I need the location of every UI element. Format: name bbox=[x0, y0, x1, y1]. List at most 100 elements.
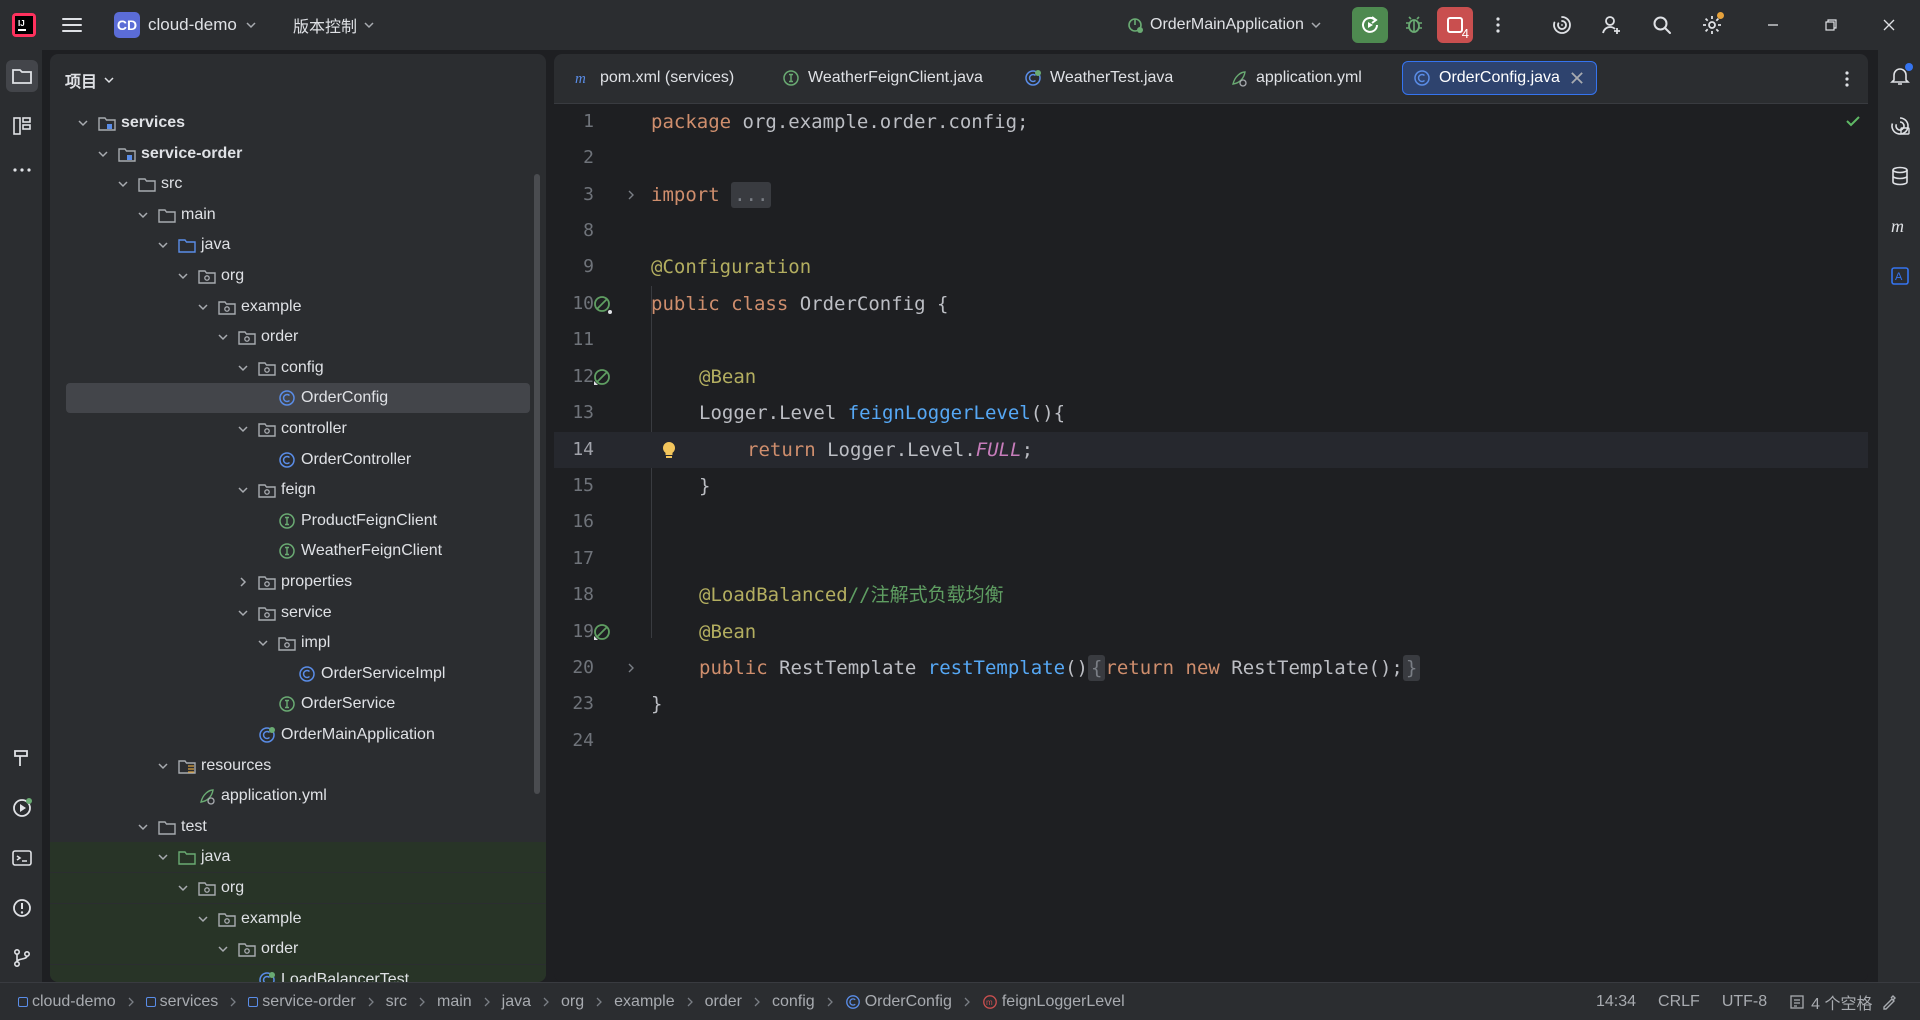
debug-button[interactable] bbox=[1396, 7, 1432, 43]
restore-button[interactable] bbox=[1818, 12, 1844, 38]
more-vertical-icon[interactable] bbox=[1836, 68, 1858, 90]
ai-chat-button[interactable] bbox=[1884, 110, 1916, 142]
breadcrumb-item[interactable]: org bbox=[561, 993, 584, 1011]
tree-item-application-yml[interactable]: application.yml bbox=[50, 781, 530, 811]
chevron-down-icon[interactable] bbox=[96, 147, 110, 161]
editor-tab-pom-xml-services-[interactable]: m pom.xml (services) bbox=[564, 61, 744, 95]
chevron-down-icon[interactable] bbox=[136, 820, 150, 834]
tree-item-orderservice[interactable]: OrderService bbox=[50, 689, 530, 719]
maven-button[interactable]: m bbox=[1884, 210, 1916, 242]
code-line[interactable]: 1 package org.example.order.config; bbox=[554, 104, 1868, 140]
structure-tool-button[interactable] bbox=[6, 110, 38, 142]
tree-item-java[interactable]: java bbox=[50, 230, 530, 260]
code-line[interactable]: 15 } bbox=[554, 468, 1868, 504]
tree-item-loadbalancertest[interactable]: LoadBalancerTest bbox=[50, 964, 546, 982]
code-line[interactable]: 19 @Bean bbox=[554, 614, 1868, 650]
breadcrumb-item[interactable]: example bbox=[614, 993, 674, 1011]
ai-assistant-button[interactable] bbox=[1544, 7, 1580, 43]
project-view-selector[interactable]: 项目 bbox=[65, 66, 115, 94]
chevron-down-icon[interactable] bbox=[136, 208, 150, 222]
project-tool-button[interactable] bbox=[6, 60, 38, 92]
tree-item-order[interactable]: order bbox=[50, 934, 546, 965]
chevron-down-icon[interactable] bbox=[156, 238, 170, 252]
chevron-down-icon[interactable] bbox=[236, 361, 250, 375]
tree-item-example[interactable]: example bbox=[50, 292, 530, 322]
code-line[interactable]: 20 public RestTemplate restTemplate(){re… bbox=[554, 650, 1868, 686]
spring-bean-gutter-icon[interactable] bbox=[592, 367, 614, 389]
tree-item-resources[interactable]: resources bbox=[50, 751, 530, 781]
problems-tool-button[interactable] bbox=[6, 892, 38, 924]
code-line[interactable]: 23 } bbox=[554, 686, 1868, 722]
minimize-button[interactable] bbox=[1760, 12, 1786, 38]
code-line[interactable]: 11 bbox=[554, 322, 1868, 358]
tree-item-feign[interactable]: feign bbox=[50, 475, 530, 505]
chevron-right-icon[interactable] bbox=[236, 575, 250, 589]
code-line[interactable]: 18 @LoadBalanced//注解式负载均衡 bbox=[554, 577, 1868, 613]
spring-bean-gutter-icon[interactable] bbox=[592, 294, 614, 316]
tree-item-orderconfig[interactable]: OrderConfig bbox=[66, 383, 530, 414]
services-tool-button[interactable] bbox=[6, 792, 38, 824]
tree-item-service-order[interactable]: service-order bbox=[50, 139, 530, 169]
tree-item-productfeignclient[interactable]: ProductFeignClient bbox=[50, 506, 530, 536]
translation-button[interactable]: A bbox=[1884, 260, 1916, 292]
tree-item-weatherfeignclient[interactable]: WeatherFeignClient bbox=[50, 536, 530, 566]
breadcrumb-item[interactable]: service-order bbox=[248, 993, 356, 1011]
tree-item-services[interactable]: services bbox=[50, 108, 530, 138]
close-icon[interactable] bbox=[1568, 69, 1586, 87]
tree-item-src[interactable]: src bbox=[50, 169, 530, 199]
indent-setting[interactable]: 4 个空格 bbox=[1789, 990, 1873, 1014]
chevron-down-icon[interactable] bbox=[216, 942, 230, 956]
breadcrumb-item[interactable]: OrderConfig bbox=[845, 993, 952, 1011]
tree-item-org[interactable]: org bbox=[50, 873, 546, 903]
more-tools-button[interactable] bbox=[6, 154, 38, 186]
breadcrumb-item[interactable]: cloud-demo bbox=[18, 993, 116, 1011]
breadcrumb-item[interactable]: order bbox=[705, 993, 742, 1011]
chevron-down-icon[interactable] bbox=[116, 177, 130, 191]
vcs-menu[interactable]: 版本控制 bbox=[293, 10, 375, 40]
tree-item-controller[interactable]: controller bbox=[50, 414, 530, 444]
code-line[interactable]: 13 Logger.Level feignLoggerLevel(){ bbox=[554, 395, 1868, 431]
build-tool-button[interactable] bbox=[6, 742, 38, 774]
tree-item-example[interactable]: example bbox=[50, 903, 546, 934]
tree-item-order[interactable]: order bbox=[50, 322, 530, 352]
breadcrumb-item[interactable]: m feignLoggerLevel bbox=[982, 993, 1125, 1011]
rerun-button[interactable] bbox=[1352, 7, 1388, 43]
git-tool-button[interactable] bbox=[6, 942, 38, 974]
line-separator[interactable]: CRLF bbox=[1658, 993, 1700, 1011]
terminal-tool-button[interactable] bbox=[6, 842, 38, 874]
tree-item-ordercontroller[interactable]: OrderController bbox=[50, 445, 530, 475]
code-line[interactable]: 9 @Configuration bbox=[554, 249, 1868, 285]
chevron-down-icon[interactable] bbox=[76, 116, 90, 130]
code-line-current[interactable]: 14 return Logger.Level.FULL; bbox=[554, 432, 1868, 468]
editor-tab-weatherfeignclient-java[interactable]: WeatherFeignClient.java bbox=[772, 61, 993, 95]
chevron-down-icon[interactable] bbox=[236, 422, 250, 436]
fold-expand-icon[interactable] bbox=[624, 188, 638, 202]
chevron-down-icon[interactable] bbox=[236, 606, 250, 620]
breadcrumb-item[interactable]: main bbox=[437, 993, 472, 1011]
chevron-down-icon[interactable] bbox=[176, 881, 190, 895]
breadcrumb-item[interactable]: java bbox=[502, 993, 531, 1011]
code-line[interactable]: 8 bbox=[554, 213, 1868, 249]
tree-item-orderserviceimpl[interactable]: OrderServiceImpl bbox=[50, 659, 530, 689]
tree-item-java[interactable]: java bbox=[50, 842, 546, 873]
code-line[interactable]: 24 bbox=[554, 723, 1868, 759]
run-configuration-selector[interactable]: OrderMainApplication bbox=[1126, 10, 1322, 40]
database-button[interactable] bbox=[1884, 160, 1916, 192]
lightbulb-icon[interactable] bbox=[660, 440, 678, 460]
code-line[interactable]: 17 bbox=[554, 541, 1868, 577]
file-encoding[interactable]: UTF-8 bbox=[1722, 993, 1767, 1011]
tree-item-test[interactable]: test bbox=[50, 812, 530, 842]
main-menu-icon[interactable] bbox=[60, 13, 84, 37]
read-only-toggle-icon[interactable] bbox=[1880, 993, 1898, 1011]
intellij-logo-icon[interactable]: IJ bbox=[12, 13, 36, 37]
fold-expand-icon[interactable] bbox=[624, 661, 638, 675]
tree-item-main[interactable]: main bbox=[50, 200, 530, 230]
chevron-down-icon[interactable] bbox=[196, 300, 210, 314]
close-window-button[interactable] bbox=[1876, 12, 1902, 38]
spring-bean-gutter-icon[interactable] bbox=[592, 622, 614, 644]
caret-position[interactable]: 14:34 bbox=[1596, 993, 1636, 1011]
editor-tab-orderconfig-java[interactable]: OrderConfig.java bbox=[1402, 61, 1597, 95]
code-line[interactable]: 10 public class OrderConfig { bbox=[554, 286, 1868, 322]
chevron-down-icon[interactable] bbox=[156, 850, 170, 864]
search-everywhere-button[interactable] bbox=[1644, 7, 1680, 43]
